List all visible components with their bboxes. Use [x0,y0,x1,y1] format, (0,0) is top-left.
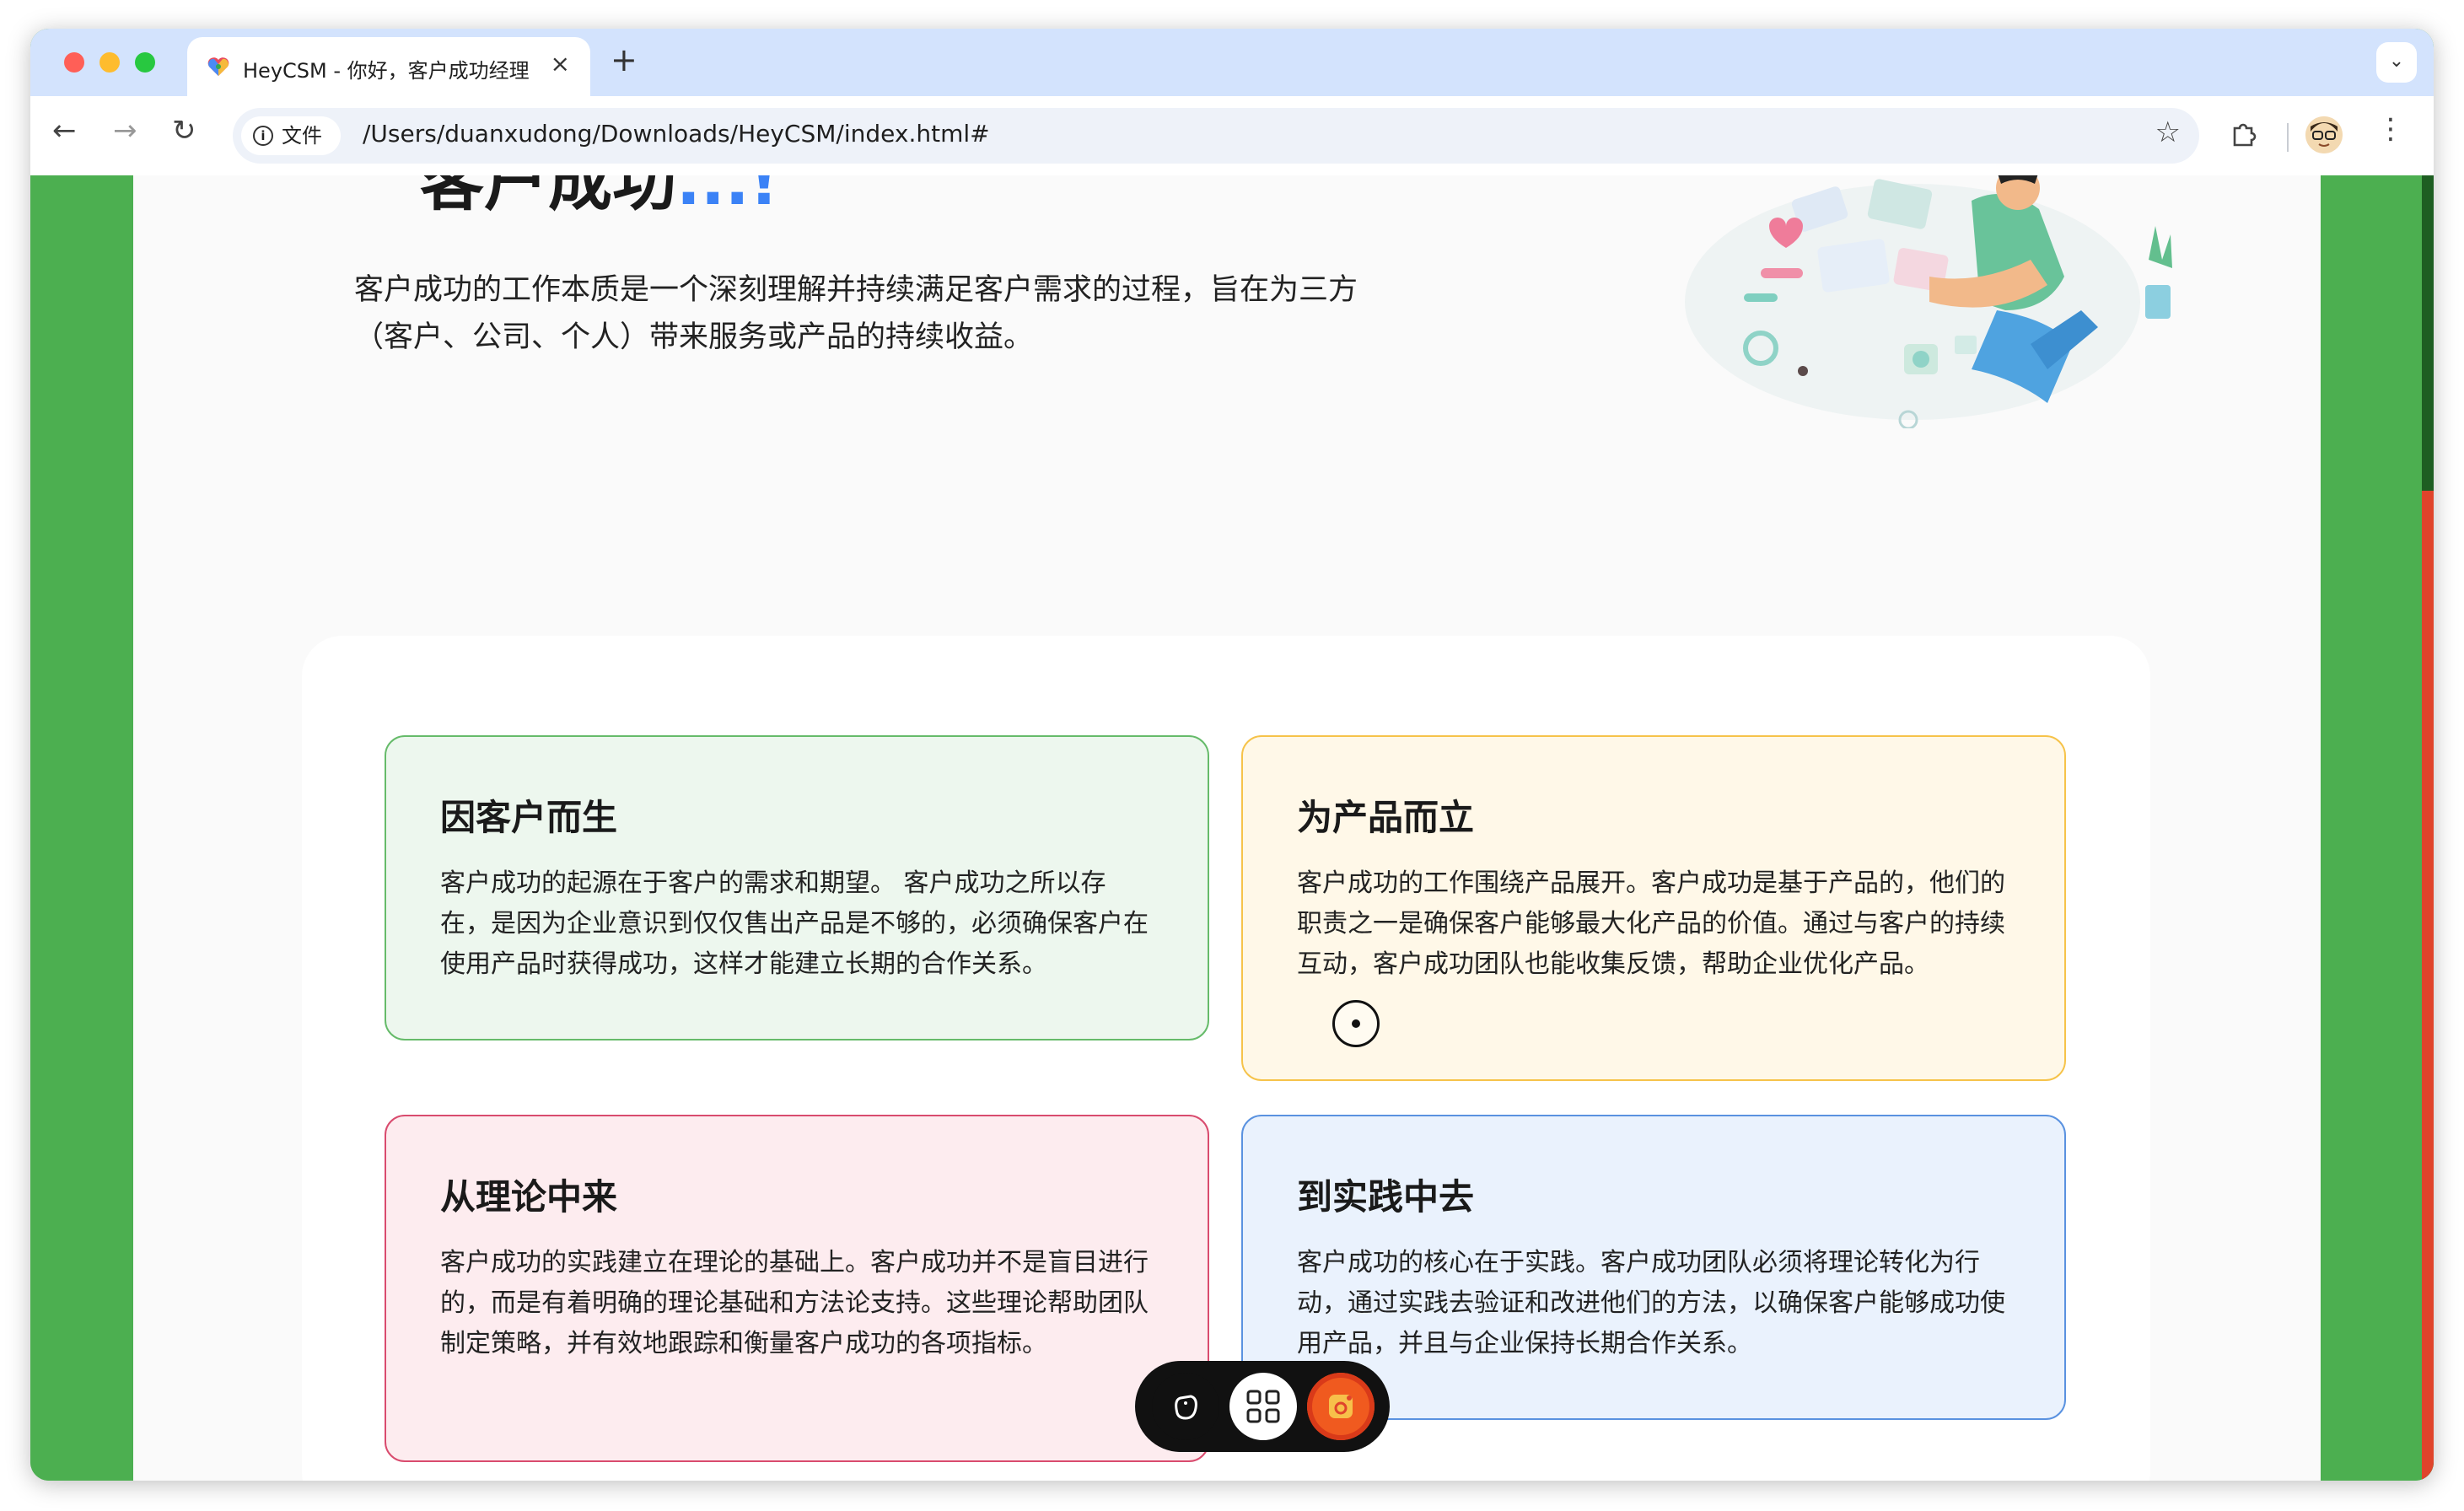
card-theory: 从理论中来 客户成功的实践建立在理论的基础上。客户成功并不是盲目进行的，而是有着… [385,1115,1209,1462]
scrollbar-thumb[interactable] [2422,491,2434,1481]
card-body: 客户成功的工作围绕产品展开。客户成功是基于产品的，他们的职责之一是确保客户能够最… [1297,868,2005,979]
hero-title: 客户成功...! [420,175,778,220]
site-info-chip[interactable]: i 文件 [241,116,341,155]
card-title: 因客户而生 [440,797,618,838]
heart-favicon-icon [207,57,229,76]
close-tab-icon[interactable]: × [551,52,570,76]
info-icon: i [253,126,273,146]
hero-illustration [1685,175,2172,428]
site-info-label: 文件 [282,124,322,148]
page-content: 客户成功...! 客户成功的工作本质是一个深刻理解并持续满足客户需求的过程，旨在… [133,175,2321,1481]
card-body: 客户成功的实践建立在理论的基础上。客户成功并不是盲目进行的，而是有着明确的理论基… [440,1248,1149,1358]
extensions-icon[interactable] [2230,118,2258,147]
address-bar[interactable]: i 文件 /Users/duanxudong/Downloads/HeyCSM/… [233,108,2199,164]
hand-icon[interactable] [1152,1373,1219,1440]
forward-arrow-icon[interactable]: → [113,116,137,145]
url-text[interactable]: /Users/duanxudong/Downloads/HeyCSM/index… [363,120,990,148]
cursor-indicator [1332,1000,1380,1047]
card-title: 为产品而立 [1297,797,1475,838]
screenshot-icon[interactable] [1307,1373,1375,1440]
minimize-window-button[interactable] [100,52,120,73]
toolbar-divider [2287,123,2289,152]
browser-window: HeyCSM - 你好，客户成功经理 × + ⌄ ← → ↻ i 文件 /Use… [30,29,2434,1481]
hero-description: 客户成功的工作本质是一个深刻理解并持续满足客户需求的过程，旨在为三方（客户、公司… [354,273,1358,354]
browser-tab[interactable]: HeyCSM - 你好，客户成功经理 × [187,37,590,96]
close-window-button[interactable] [64,52,84,73]
page-viewport: 客户成功...! 客户成功的工作本质是一个深刻理解并持续满足客户需求的过程，旨在… [30,175,2434,1481]
card-body: 客户成功的核心在于实践。客户成功团队必须将理论转化为行动，通过实践去验证和改进他… [1297,1248,2005,1358]
back-arrow-icon[interactable]: ← [52,116,77,145]
tab-title: HeyCSM - 你好，客户成功经理 [243,59,530,83]
card-title: 从理论中来 [440,1176,618,1218]
browser-toolbar: ← → ↻ i 文件 /Users/duanxudong/Downloads/H… [30,96,2434,175]
star-icon[interactable]: ☆ [2155,118,2181,147]
new-tab-button[interactable]: + [611,44,638,76]
hero-title-accent: ...! [676,175,779,219]
tab-search-button[interactable]: ⌄ [2376,42,2417,83]
reload-icon[interactable]: ↻ [172,116,196,145]
grid-icon[interactable] [1229,1373,1297,1440]
hero-title-text: 客户成功 [420,175,676,219]
tab-strip: HeyCSM - 你好，客户成功经理 × + ⌄ [30,29,2434,96]
content-panel: 因客户而生 客户成功的起源在于客户的需求和期望。 客户成功之所以存在，是因为企业… [302,636,2150,1481]
floating-dock [1135,1361,1390,1452]
profile-avatar[interactable] [2305,116,2343,153]
card-body: 客户成功的起源在于客户的需求和期望。 客户成功之所以存在，是因为企业意识到仅仅售… [440,868,1149,979]
card-customer: 因客户而生 客户成功的起源在于客户的需求和期望。 客户成功之所以存在，是因为企业… [385,735,1209,1040]
more-vert-icon[interactable]: ⋮ [2376,115,2405,143]
maximize-window-button[interactable] [135,52,155,73]
card-title: 到实践中去 [1297,1176,1475,1218]
scrollbar-track[interactable] [2422,175,2434,1481]
